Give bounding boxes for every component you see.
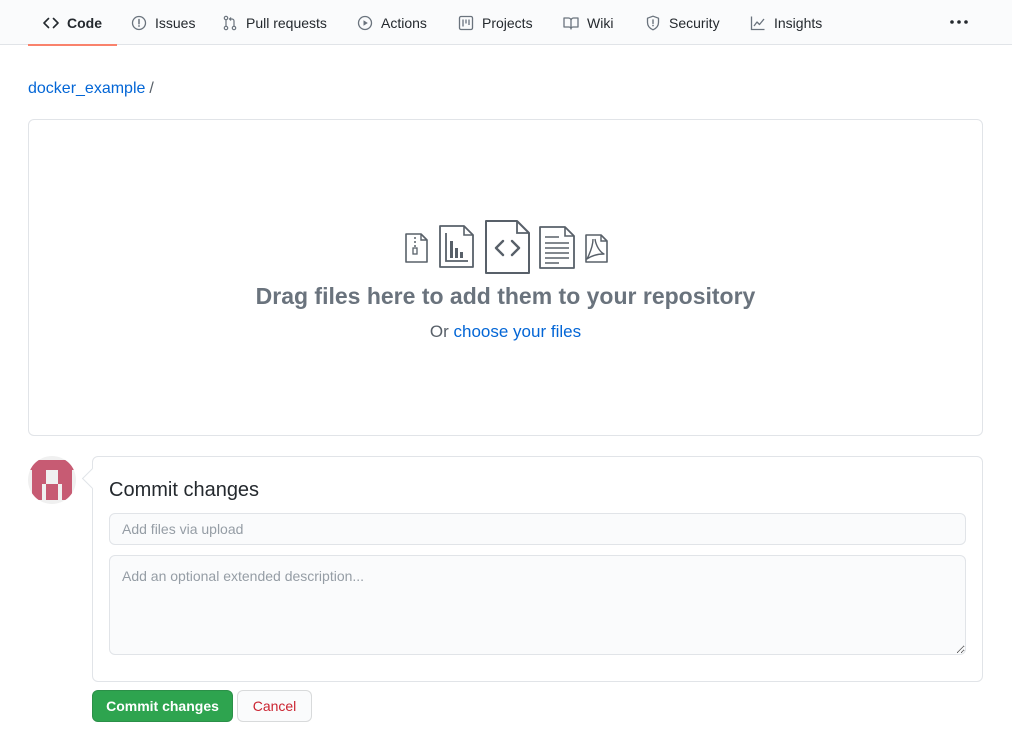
drop-zone-title: Drag files here to add them to your repo… [255,283,756,309]
drop-zone-subtitle-prefix: Or [429,322,449,341]
tab-pull-requests[interactable]: Pull requests [222,0,327,45]
tab-label: Issues [155,14,196,31]
file-chart-icon [439,225,474,268]
play-icon [357,15,373,31]
tab-code[interactable]: Code [28,0,117,46]
avatar [28,456,76,504]
tab-label: Insights [774,14,823,31]
file-pdf-icon [585,234,608,263]
commit-changes-button[interactable]: Commit changes [92,690,233,722]
tab-label: Actions [381,14,427,31]
tab-security[interactable]: Security [645,0,720,45]
cancel-button[interactable]: Cancel [237,690,312,722]
choose-files-link[interactable]: choose your files [454,322,582,341]
code-icon [43,15,59,31]
pull-request-icon [222,15,238,31]
repo-link[interactable]: docker_example [28,80,145,97]
tab-insights[interactable]: Insights [750,0,822,45]
commit-form: Commit changes [92,456,983,682]
file-drop-zone[interactable]: Drag files here to add them to your repo… [28,119,983,436]
file-type-icons [405,220,608,274]
tab-label: Projects [482,14,533,31]
tab-wiki[interactable]: Wiki [563,0,613,45]
repo-nav: Code Issues Pull requests Actions Projec… [0,0,1012,46]
breadcrumb: docker_example / [28,80,154,98]
breadcrumb-separator: / [149,80,154,97]
drop-zone-subtitle: Or choose your files [29,322,982,342]
tab-issues[interactable]: Issues [131,0,195,45]
issue-icon [131,15,147,31]
graph-icon [750,15,766,31]
more-menu-button[interactable] [948,12,970,32]
commit-summary-input[interactable] [109,513,966,545]
tab-actions[interactable]: Actions [357,0,427,45]
tab-label: Pull requests [246,14,327,31]
book-icon [563,15,579,31]
shield-icon [645,15,661,31]
file-zip-icon [405,233,428,263]
commit-description-textarea[interactable] [109,555,966,655]
project-icon [458,15,474,31]
kebab-horizontal-icon [950,20,968,24]
file-text-icon [539,226,575,269]
tab-label: Security [669,14,720,31]
commit-title: Commit changes [109,479,260,501]
tab-label: Wiki [587,14,614,31]
file-code-icon [485,220,530,274]
tab-projects[interactable]: Projects [458,0,533,45]
tab-label: Code [67,14,102,31]
